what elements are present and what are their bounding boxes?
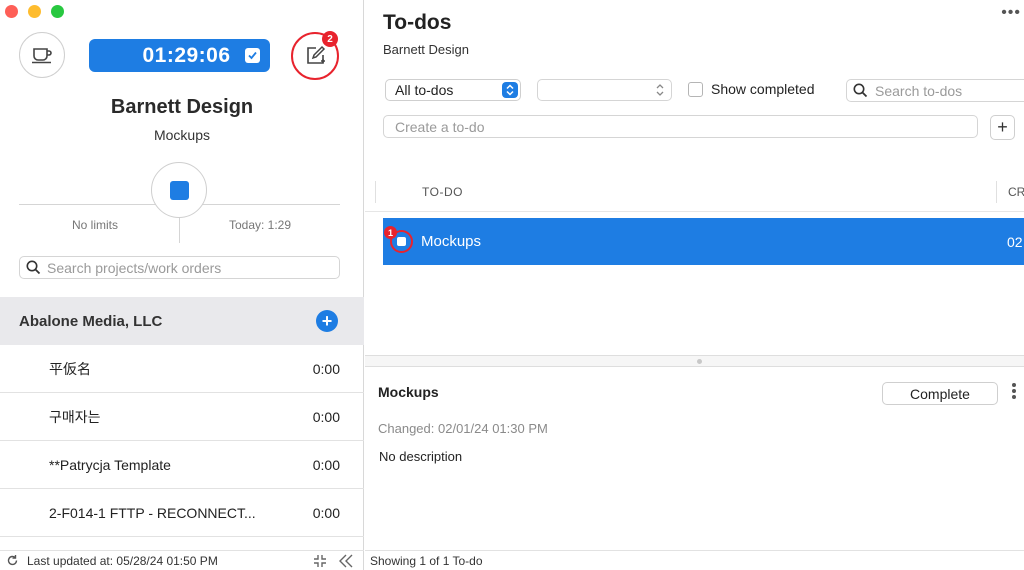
todo-filter-select[interactable]: All to-dos [385,79,521,101]
divider [365,211,1024,212]
status-bar: Showing 1 of 1 To-do [365,550,1024,570]
work-order-time: 0:00 [312,360,340,377]
search-icon [853,83,868,98]
edit-note-icon [307,45,326,64]
minimize-window-button[interactable] [28,5,41,18]
complete-button[interactable]: Complete [882,382,998,405]
page-subtitle: Barnett Design [383,42,469,57]
current-client: Barnett Design [110,96,254,118]
todo-search-field[interactable] [846,79,1024,102]
table-row[interactable]: 1 Mockups 02 [383,218,1024,265]
client-group-header[interactable]: Abalone Media, LLC + [0,297,364,345]
running-timer-button[interactable]: 01:29:06 [89,39,270,72]
table-header: TO-DO CR [375,178,1024,208]
timer-display: 01:29:06 [142,43,231,67]
sidebar-footer: Last updated at: 05/28/24 01:50 PM [0,550,364,570]
chevron-updown-icon [656,84,664,96]
work-order-name: 2-F014-1 FTTP - RECONNECT... [49,504,256,521]
secondary-filter-select[interactable] [537,79,672,101]
break-button[interactable] [19,32,65,78]
collapse-icon[interactable] [313,554,327,568]
column-header-todo[interactable]: TO-DO [422,185,463,199]
search-icon [26,260,41,275]
coffee-cup-icon [32,48,52,64]
show-completed-checkbox[interactable]: Show completed [688,81,815,97]
result-count: Showing 1 of 1 To-do [370,553,483,568]
timer-sidebar: 01:29:06 2 Barnett Design Mockups No lim… [0,0,364,570]
limit-label: No limits [71,218,118,232]
todo-search-input[interactable] [875,82,1024,99]
checkbox[interactable] [688,81,703,97]
page-title: To-dos [383,11,452,34]
zoom-window-button[interactable] [51,5,64,18]
work-order-name: 구매자는 [49,408,101,425]
pane-splitter[interactable] [365,355,1024,367]
checkmark-icon [245,48,260,63]
todo-description: No description [379,449,463,464]
column-separator [375,181,376,203]
todo-created: 02 [1007,234,1023,250]
filter-value: All to-dos [395,82,454,98]
show-completed-label: Show completed [711,81,815,97]
project-search-input[interactable] [47,259,327,276]
current-project: Mockups [153,127,211,143]
refresh-icon[interactable] [6,554,19,567]
work-order-time: 0:00 [312,456,340,473]
stop-timer-button[interactable] [151,162,207,218]
add-work-order-button[interactable]: + [316,310,338,332]
notification-badge: 2 [322,31,338,47]
work-order-list: 平仮名 0:00 구매자는 0:00 **Patrycja Template 0… [0,345,364,537]
work-order-time: 0:00 [312,408,340,425]
todos-panel: ••• To-dos Barnett Design All to-dos Sho… [365,0,1024,570]
list-item[interactable]: 平仮名 0:00 [0,345,364,393]
create-todo-input[interactable] [383,115,978,138]
work-order-name: **Patrycja Template [49,456,171,473]
vertical-more-icon[interactable] [1010,383,1018,401]
today-total: Today: 1:29 [228,218,292,232]
column-header-created[interactable]: CR [1008,185,1024,199]
work-order-name: 平仮名 [49,360,91,377]
changed-timestamp: Changed: 02/01/24 01:30 PM [378,421,548,436]
list-item[interactable]: **Patrycja Template 0:00 [0,441,364,489]
double-chevron-left-icon[interactable] [338,554,354,568]
column-separator [996,181,997,203]
stop-icon [397,237,406,246]
todo-title: Mockups [421,233,482,250]
close-window-button[interactable] [5,5,18,18]
detail-title: Mockups [378,384,439,400]
add-todo-button[interactable]: + [990,115,1015,140]
stop-icon [169,180,189,200]
drag-handle-icon[interactable] [697,359,702,364]
list-item[interactable]: 구매자는 0:00 [0,393,364,441]
work-order-time: 0:00 [312,504,340,521]
list-item[interactable]: 2-F014-1 FTTP - RECONNECT... 0:00 [0,489,364,537]
chevron-updown-icon [502,82,518,98]
notification-badge: 1 [384,226,397,239]
project-search-field[interactable] [19,256,340,279]
more-options-icon[interactable]: ••• [1001,4,1021,22]
last-updated-text: Last updated at: 05/28/24 01:50 PM [27,553,218,568]
client-group-label: Abalone Media, LLC [19,312,163,330]
